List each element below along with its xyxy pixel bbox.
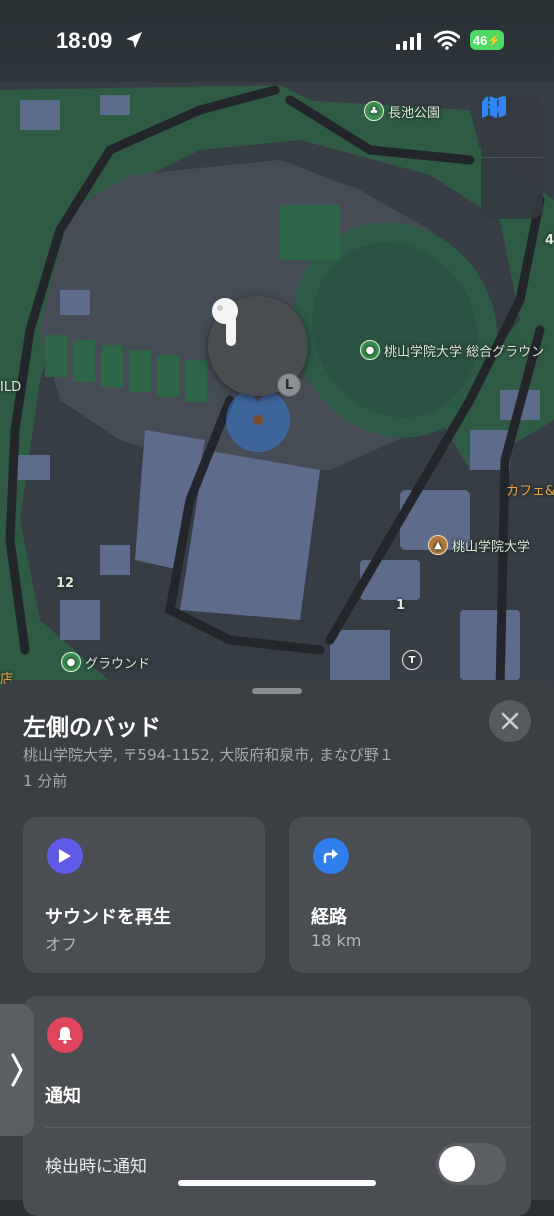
block-number-12: 12	[56, 576, 75, 591]
side-panel-handle[interactable]	[0, 1004, 34, 1136]
graduation-cap-icon: ▲	[428, 535, 448, 555]
device-title: 左側のバッド	[23, 715, 161, 741]
map-controls	[481, 95, 543, 219]
divider	[45, 1127, 531, 1128]
chevron-right-icon	[11, 1053, 23, 1087]
clock: 18:09	[56, 28, 113, 53]
university-label[interactable]: ▲ 桃山学院大学	[428, 535, 530, 555]
directions-card[interactable]: 経路 18 km	[289, 817, 531, 973]
bell-icon	[47, 1017, 83, 1053]
close-button[interactable]	[489, 700, 531, 742]
park-label[interactable]: ♣ 長池公園	[364, 101, 440, 121]
map-view[interactable]: ♣ 長池公園 ● 桃山学院大学 総合グラウン ILD カフェ& ▲ 桃山学院大学…	[0, 0, 554, 700]
directions-distance: 18 km	[311, 931, 362, 950]
battery-indicator: 46 ⚡	[470, 30, 504, 50]
toggle-knob	[439, 1146, 475, 1182]
play-sound-status: オフ	[45, 935, 78, 954]
cafe-label[interactable]: カフェ&	[506, 480, 554, 499]
home-indicator[interactable]	[178, 1180, 376, 1186]
last-seen-time: 1 分前	[23, 772, 68, 790]
directions-arrow-icon	[313, 838, 349, 874]
tree-icon: ♣	[364, 101, 384, 121]
notify-when-found-label: 検出時に通知	[45, 1157, 147, 1177]
transit-marker[interactable]: T	[402, 650, 422, 670]
sports-ground-label[interactable]: ● 桃山学院大学 総合グラウン	[360, 340, 544, 360]
current-location-button[interactable]	[481, 96, 543, 219]
transit-icon: T	[402, 650, 422, 670]
charging-bolt-icon: ⚡	[487, 34, 502, 47]
location-arrow-icon	[482, 96, 504, 118]
sheet-grabber[interactable]	[252, 688, 302, 694]
airpod-icon	[212, 298, 238, 346]
status-bar: 18:09 46 ⚡	[0, 0, 554, 82]
device-address: 桃山学院大学, 〒594-1152, 大阪府和泉市, まなび野１	[23, 746, 394, 764]
directions-label: 経路	[311, 907, 347, 928]
play-sound-label: サウンドを再生	[45, 907, 171, 928]
play-icon	[47, 838, 83, 874]
notifications-title: 通知	[45, 1086, 81, 1107]
left-side-badge: L	[277, 373, 301, 397]
close-icon	[501, 712, 519, 730]
block-number-1: 1	[396, 598, 406, 613]
sports-icon: ●	[61, 652, 81, 672]
location-services-icon	[126, 32, 142, 48]
notify-when-found-toggle[interactable]	[436, 1143, 506, 1185]
ground-label[interactable]: ● グラウンド	[61, 652, 150, 672]
device-detail-sheet: 左側のバッド 桃山学院大学, 〒594-1152, 大阪府和泉市, まなび野１ …	[0, 680, 554, 1216]
cellular-signal-icon	[396, 32, 421, 50]
sports-icon: ●	[360, 340, 380, 360]
play-sound-card[interactable]: サウンドを再生 オフ	[23, 817, 265, 973]
map-label-partial: ILD	[0, 380, 22, 395]
wifi-icon	[434, 30, 460, 50]
block-number-4: 4	[545, 233, 554, 248]
